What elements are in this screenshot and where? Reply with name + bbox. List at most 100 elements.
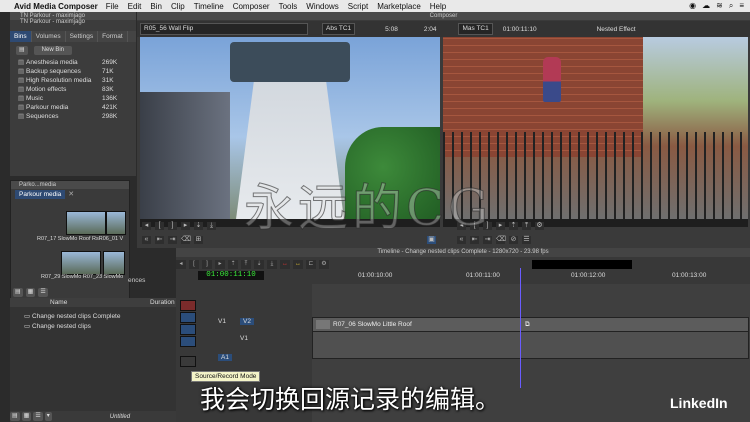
go-in-icon[interactable]: ⇤ [155, 236, 164, 244]
close-icon[interactable]: ✕ [68, 191, 74, 198]
lift-icon[interactable]: ⇡ [509, 222, 518, 230]
menu-help[interactable]: Help [430, 2, 446, 11]
record-monitor-menu[interactable]: Nested Effect [597, 26, 636, 33]
fast-menu-icon[interactable]: ▾ [44, 412, 52, 421]
overwrite-icon[interactable]: ⤓ [207, 222, 216, 230]
effect-mode-icon[interactable]: ⚙ [319, 259, 329, 269]
menu-edit[interactable]: Edit [128, 2, 142, 11]
clip-thumbnail[interactable] [106, 211, 126, 235]
splice-icon[interactable]: ⇣ [254, 259, 264, 269]
rewind-icon[interactable]: « [142, 236, 151, 244]
go-out-icon[interactable]: ⇥ [168, 236, 177, 244]
subtitle-caption: 我会切换回源记录的编辑。 [200, 385, 501, 414]
track-v1-header[interactable]: V1 [240, 335, 248, 342]
play-icon[interactable]: ▸ [181, 222, 190, 230]
mark-in-icon[interactable]: [ [189, 259, 199, 269]
trim-icon[interactable]: ⊏ [306, 259, 316, 269]
mark-out-icon[interactable]: ] [168, 222, 177, 230]
person-image [543, 57, 561, 102]
fast-menu-icon[interactable]: ▤ [16, 45, 28, 55]
settings-icon[interactable]: ☰ [522, 236, 531, 244]
script-view-icon[interactable]: ☰ [33, 412, 43, 421]
record-side-button[interactable] [180, 300, 196, 311]
track-v2-source[interactable]: V1 [218, 318, 226, 325]
bin-view-name[interactable]: Untitled [110, 414, 130, 420]
extract-icon[interactable]: ⤒ [241, 259, 251, 269]
side-button[interactable] [180, 336, 196, 347]
text-view-icon[interactable]: ▤ [10, 412, 20, 421]
table-row[interactable]: ▭ Change nested clips17 [24, 322, 183, 330]
mark-out-icon[interactable]: ] [202, 259, 212, 269]
step-back-icon[interactable]: ◂ [142, 222, 151, 230]
play-icon[interactable]: ▸ [215, 259, 225, 269]
overwrite-icon[interactable]: ⤓ [267, 259, 277, 269]
clip-thumbnail[interactable] [61, 251, 101, 275]
cloud-icon[interactable]: ☁ [702, 1, 710, 11]
tab-format[interactable]: Format [98, 31, 128, 42]
wifi-icon[interactable]: ≋ [716, 1, 723, 11]
step-back-icon[interactable]: ◂ [176, 259, 186, 269]
table-row[interactable]: ▭ Change nested clips Complete17 [24, 312, 183, 320]
list-item[interactable]: ▤ Parkour media 421K [10, 103, 136, 112]
sequence-bin-tab[interactable]: ences [128, 277, 145, 284]
mark-in-icon[interactable]: [ [155, 222, 164, 230]
app-name[interactable]: Avid Media Composer [14, 2, 98, 11]
menu-windows[interactable]: Windows [306, 2, 338, 11]
script-view-icon[interactable]: ☰ [38, 288, 48, 297]
tab-bins[interactable]: Bins [10, 31, 32, 42]
effect-icon[interactable]: ⚙ [535, 222, 544, 230]
tab-volumes[interactable]: Volumes [32, 31, 66, 42]
match-frame-icon[interactable]: ⊞ [194, 236, 203, 244]
menu-composer[interactable]: Composer [233, 2, 270, 11]
menu-file[interactable]: File [106, 2, 119, 11]
abs-tc-menu[interactable]: Abs TC1 [322, 23, 356, 35]
side-button[interactable] [180, 312, 196, 323]
list-item[interactable]: ▤ Motion effects 83K [10, 85, 136, 94]
menu-clip[interactable]: Clip [171, 2, 185, 11]
menu-tools[interactable]: Tools [279, 2, 298, 11]
menu-marketplace[interactable]: Marketplace [377, 2, 421, 11]
search-icon[interactable]: ⌕ [729, 1, 733, 11]
list-item[interactable]: ▤ High Resolution media 31K [10, 76, 136, 85]
sync-icon[interactable]: ◉ [689, 1, 696, 11]
menubar: Avid Media Composer File Edit Bin Clip T… [0, 0, 750, 12]
toggle-icon[interactable]: ⊘ [509, 236, 518, 244]
new-bin-button[interactable]: New Bin [33, 45, 73, 55]
frame-view-icon[interactable]: ▦ [25, 288, 36, 297]
list-icon[interactable]: ≡ [739, 1, 744, 11]
clip-thumbnail[interactable] [66, 211, 106, 235]
segment-yellow-icon[interactable]: ↔ [293, 259, 303, 269]
clear-marks-icon[interactable]: ⌫ [181, 236, 191, 244]
lift-icon[interactable]: ⇡ [228, 259, 238, 269]
timeline-clip-v2[interactable]: R07_06 SlowMo Little Roof ⧉ [312, 317, 749, 332]
track-a1-source[interactable]: A1 [218, 354, 232, 361]
list-item[interactable]: ▤ Music 136K [10, 94, 136, 103]
source-clip-menu[interactable]: R05_56 Wall Flip [140, 23, 308, 35]
bin-window-title: Parko...media [11, 181, 129, 189]
splice-icon[interactable]: ⇣ [194, 222, 203, 230]
clear-marks-icon[interactable]: ⌫ [496, 236, 506, 244]
menu-script[interactable]: Script [348, 2, 368, 11]
side-button[interactable] [180, 324, 196, 335]
menu-bin[interactable]: Bin [150, 2, 162, 11]
playhead[interactable] [520, 268, 521, 388]
source-record-mode-button[interactable] [180, 356, 196, 367]
mas-tc-menu[interactable]: Mas TC1 [458, 23, 493, 35]
play-icon[interactable]: ▸ [496, 222, 505, 230]
text-view-icon[interactable]: ▤ [13, 288, 23, 297]
track-v2-header[interactable]: V2 [240, 318, 254, 325]
nested-effect-icon[interactable]: ⧉ [525, 318, 530, 331]
tab-settings[interactable]: Settings [66, 31, 99, 42]
menu-timeline[interactable]: Timeline [194, 2, 224, 11]
col-name[interactable]: Name [50, 298, 67, 307]
frame-view-icon[interactable]: ▦ [21, 412, 32, 421]
segment-red-icon[interactable]: ↔ [280, 259, 290, 269]
tab-parkour-media[interactable]: Parkour media [15, 190, 66, 199]
list-item[interactable]: ▤ Backup sequences 71K [10, 67, 136, 76]
extract-icon[interactable]: ⤒ [522, 222, 531, 230]
list-item[interactable]: ▤ Sequences 298K [10, 112, 136, 121]
col-duration[interactable]: Duration [150, 298, 175, 307]
timeline-track-v1[interactable] [312, 331, 749, 359]
list-item[interactable]: ▤ Anesthesia media 269K [10, 58, 136, 67]
clip-thumbnail[interactable] [103, 251, 125, 275]
